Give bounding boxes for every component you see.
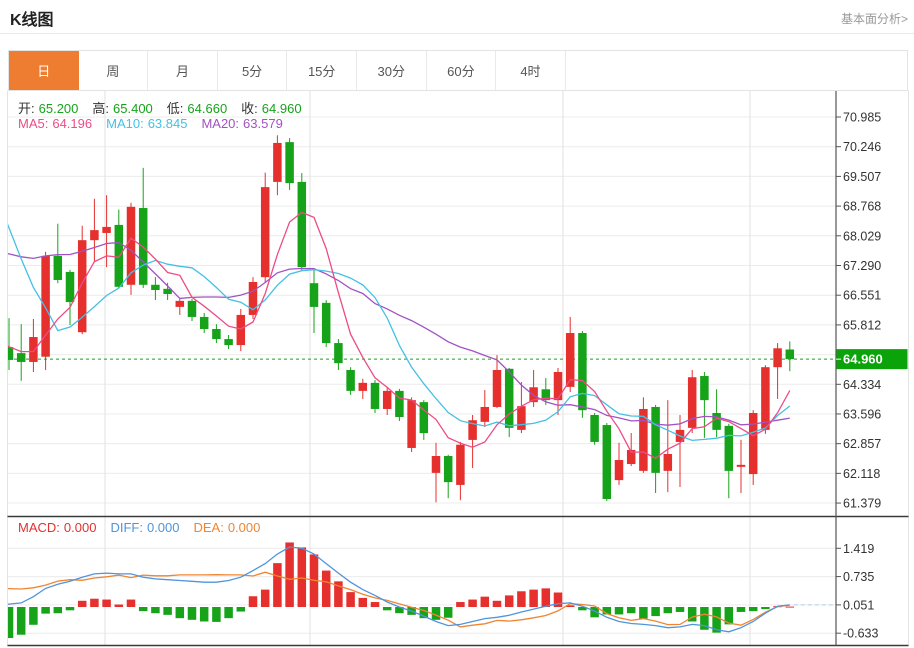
legend-value: 63.579 [243,116,283,131]
dea-line [0,572,790,627]
header-divider [0,33,914,34]
legend-label: DIFF: [110,520,143,535]
svg-text:66.551: 66.551 [843,289,881,303]
legend-label: 开: [18,101,35,116]
page-title: K线图 [10,6,54,30]
y-axis-main: 70.985 70.246 69.507 68.768 68.029 67.290 66.5… [836,111,881,511]
ohlc-legend: 开: 65.200 高: 65.400 低:64.660 收: 64.960 [18,98,316,117]
kline-page: 70.985 70.246 69.507 68.768 68.029 67.290 66.5… [0,0,914,648]
svg-text:64.960: 64.960 [843,352,883,367]
legend-label: 低: [167,101,184,116]
legend-value: 64.196 [52,116,92,131]
svg-text:62.857: 62.857 [843,437,881,451]
svg-text:61.379: 61.379 [843,497,881,511]
legend-value: 0.000 [147,520,180,535]
legend-label: MA20: [201,116,239,131]
last-price-badge: 64.960 [836,349,908,369]
legend-value: 0.000 [64,520,97,535]
svg-text:69.507: 69.507 [843,170,881,184]
macd-legend: MACD: 0.000 DIFF: 0.000 DEA: 0.000 [18,520,274,535]
tab-周[interactable]: 周 [79,51,149,90]
tab-4时[interactable]: 4时 [496,51,566,90]
tab-日[interactable]: 日 [9,51,79,90]
grid-layer [8,91,836,645]
legend-label: DEA: [193,520,223,535]
legend-value: 64.660 [187,101,227,116]
legend-label: 高: [92,101,109,116]
svg-text:0.051: 0.051 [843,598,874,612]
svg-text:-0.633: -0.633 [843,627,878,641]
svg-text:64.334: 64.334 [843,378,881,392]
legend-label: 收: [241,101,258,116]
svg-text:70.985: 70.985 [843,111,881,125]
svg-text:68.029: 68.029 [843,229,881,243]
legend-value: 64.960 [262,101,302,116]
chart-frame [8,91,909,646]
legend-value: 65.200 [39,101,79,116]
legend-label: MACD: [18,520,60,535]
tab-15分[interactable]: 15分 [287,51,357,90]
svg-text:0.735: 0.735 [843,570,874,584]
svg-text:1.419: 1.419 [843,542,874,556]
tab-60分[interactable]: 60分 [427,51,497,90]
diff-line [0,547,790,632]
macd-histogram [0,542,794,640]
svg-text:67.290: 67.290 [843,259,881,273]
legend-label: MA5: [18,116,48,131]
candles-layer [0,135,794,502]
tab-30分[interactable]: 30分 [357,51,427,90]
svg-text:62.118: 62.118 [843,467,880,481]
svg-text:70.246: 70.246 [843,140,881,154]
legend-label: MA10: [106,116,144,131]
legend-value: 63.845 [148,116,188,131]
y-axis-macd: 1.419 0.735 0.051 -0.633 [836,542,878,641]
svg-text:68.768: 68.768 [843,200,881,214]
tab-5分[interactable]: 5分 [218,51,288,90]
tab-月[interactable]: 月 [148,51,218,90]
ma-legend: MA5: 64.196 MA10: 63.845 MA20: 63.579 [18,116,297,131]
svg-text:65.812: 65.812 [843,318,881,332]
interval-tabbar: 日周月5分15分30分60分4时 [8,50,908,91]
legend-value: 0.000 [228,520,261,535]
legend-value: 65.400 [113,101,153,116]
svg-text:63.596: 63.596 [843,407,881,421]
fundamental-analysis-link[interactable]: 基本面分析> [841,10,908,27]
